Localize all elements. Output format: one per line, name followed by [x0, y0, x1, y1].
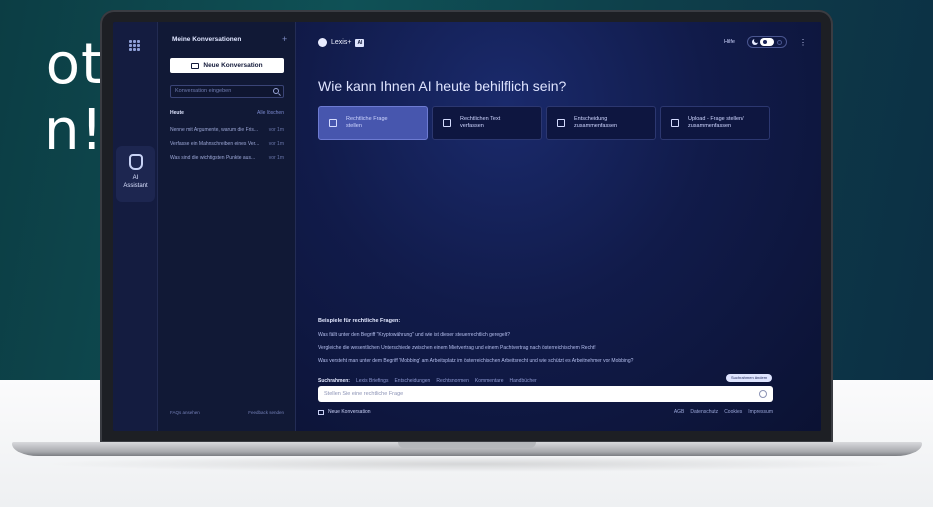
list-item[interactable]: Was sind die wichtigsten Punkte aus... v…	[170, 151, 284, 165]
conversation-sidebar: Meine Konversationen + Neue Konversation…	[158, 22, 296, 431]
conversation-title: Verfasse ein Mahnschreiben eines Ver...	[170, 141, 260, 147]
new-conversation-footer-label: Neue Konversation	[328, 409, 371, 415]
main-panel: Lexis+ AI Hilfe ⋮ Wie kann Ihnen AI heut…	[296, 22, 821, 431]
delete-all-link[interactable]: Alle löschen	[257, 110, 284, 116]
list-item[interactable]: Verfasse ein Mahnschreiben eines Ver... …	[170, 137, 284, 151]
new-conversation-button[interactable]: Neue Konversation	[170, 58, 284, 73]
action-cards: Rechtliche Frage stellen Rechtlichen Text…	[318, 106, 773, 140]
send-icon[interactable]	[759, 390, 767, 398]
feedback-link[interactable]: Feedback senden	[248, 410, 284, 415]
promo-line-2: n!	[44, 98, 104, 163]
upload-icon	[671, 119, 679, 127]
laptop-shadow	[40, 456, 900, 472]
brand[interactable]: Lexis+ AI	[318, 38, 365, 47]
conversation-age: vor 1m	[268, 127, 284, 133]
conversation-title: Was sind die wichtigsten Punkte aus...	[170, 155, 256, 161]
search-icon[interactable]	[273, 88, 279, 94]
list-item[interactable]: Nenne mit Argumente, warum die Fris... v…	[170, 123, 284, 137]
legal-links: AGB Datenschutz Cookies Impressum	[674, 409, 773, 415]
legal-link[interactable]: Datenschutz	[690, 409, 718, 415]
card-summarize-decision[interactable]: Entscheidung zusammenfassen	[546, 106, 656, 140]
chat-icon	[329, 119, 337, 127]
card-ask-legal-question[interactable]: Rechtliche Frage stellen	[318, 106, 428, 140]
brand-logo-icon	[318, 38, 327, 47]
theme-toggle[interactable]	[747, 36, 787, 48]
legal-link[interactable]: AGB	[674, 409, 685, 415]
conversation-search-input[interactable]: Konversation eingeben	[170, 85, 284, 98]
example-question[interactable]: Vergleiche die wesentlichen Unterschiede…	[318, 345, 788, 352]
rail-item-ai-assistant[interactable]: AI Assistant	[116, 146, 155, 202]
scope-item[interactable]: Kommentare	[475, 378, 504, 384]
section-label-today: Heute	[170, 110, 184, 116]
laptop-notch	[398, 442, 536, 448]
sidebar-title: Meine Konversationen	[172, 36, 242, 43]
card-label: Rechtliche Frage stellen	[346, 116, 388, 129]
scope-item[interactable]: Handbücher	[509, 378, 536, 384]
conversation-age: vor 1m	[268, 155, 284, 161]
rail-label-assistant: Assistant	[123, 183, 148, 189]
sidebar-footer: FAQs ansehen Feedback senden	[170, 410, 284, 415]
example-question[interactable]: Was fällt unter den Begriff "Kryptowähru…	[318, 332, 788, 339]
help-link[interactable]: Hilfe	[724, 39, 735, 45]
more-menu-icon[interactable]: ⋮	[799, 38, 807, 47]
example-questions: Beispiele für rechtliche Fragen: Was fäl…	[318, 318, 788, 371]
card-label: Upload - Frage stellen/zusammenfassen	[688, 116, 744, 129]
examples-title: Beispiele für rechtliche Fragen:	[318, 318, 401, 324]
sun-icon	[777, 40, 782, 45]
change-scope-button[interactable]: Suchrahmen ändern	[726, 374, 773, 382]
rail-label-ai: AI	[132, 175, 139, 181]
scope-item[interactable]: Entscheidungen	[394, 378, 430, 384]
scope-item[interactable]: Lexis Briefings	[356, 378, 389, 384]
faq-link[interactable]: FAQs ansehen	[170, 410, 200, 415]
chat-icon	[191, 62, 200, 69]
app-grid-icon[interactable]	[129, 40, 141, 52]
conversation-age: vor 1m	[268, 141, 284, 147]
legal-link[interactable]: Impressum	[748, 409, 773, 415]
page-title: Wie kann Ihnen AI heute behilflich sein?	[318, 78, 567, 94]
card-label: Rechtlichen Text verfassen	[460, 116, 501, 129]
scope-item[interactable]: Rechtsnormen	[436, 378, 469, 384]
scope-label: Suchrahmen:	[318, 378, 350, 384]
header-actions: Hilfe ⋮	[724, 36, 807, 48]
conversation-title: Nenne mit Argumente, warum die Fris...	[170, 127, 259, 133]
laptop-screen: AI Assistant Meine Konversationen + Neue…	[113, 22, 821, 431]
search-scope: Suchrahmen: Lexis Briefings Entscheidung…	[318, 378, 776, 384]
toggle-knob	[760, 38, 774, 46]
legal-link[interactable]: Cookies	[724, 409, 742, 415]
app-rail: AI Assistant	[113, 22, 158, 431]
list-icon	[557, 119, 565, 127]
card-upload[interactable]: Upload - Frage stellen/zusammenfassen	[660, 106, 770, 140]
brand-badge: AI	[355, 38, 365, 47]
ai-assistant-icon	[128, 154, 143, 170]
search-placeholder: Konversation eingeben	[175, 88, 232, 94]
document-icon	[443, 119, 451, 127]
brand-name: Lexis+	[331, 39, 352, 46]
conversation-list: Nenne mit Argumente, warum die Fris... v…	[170, 123, 284, 165]
card-label: Entscheidung zusammenfassen	[574, 116, 618, 129]
moon-icon	[752, 38, 759, 45]
chat-icon	[318, 409, 324, 415]
example-question[interactable]: Was versteht man unter dem Begriff 'Mobb…	[318, 358, 788, 365]
new-conversation-label: Neue Konversation	[203, 62, 263, 69]
prompt-input[interactable]: Stellen Sie eine rechtliche Frage	[318, 386, 773, 402]
bottom-bar: Neue Konversation AGB Datenschutz Cookie…	[318, 409, 773, 415]
prompt-placeholder: Stellen Sie eine rechtliche Frage	[324, 391, 404, 397]
card-draft-legal-text[interactable]: Rechtlichen Text verfassen	[432, 106, 542, 140]
section-header-today: Heute Alle löschen	[170, 110, 284, 116]
add-icon[interactable]: +	[282, 34, 287, 44]
promo-line-1: ot	[45, 32, 104, 97]
